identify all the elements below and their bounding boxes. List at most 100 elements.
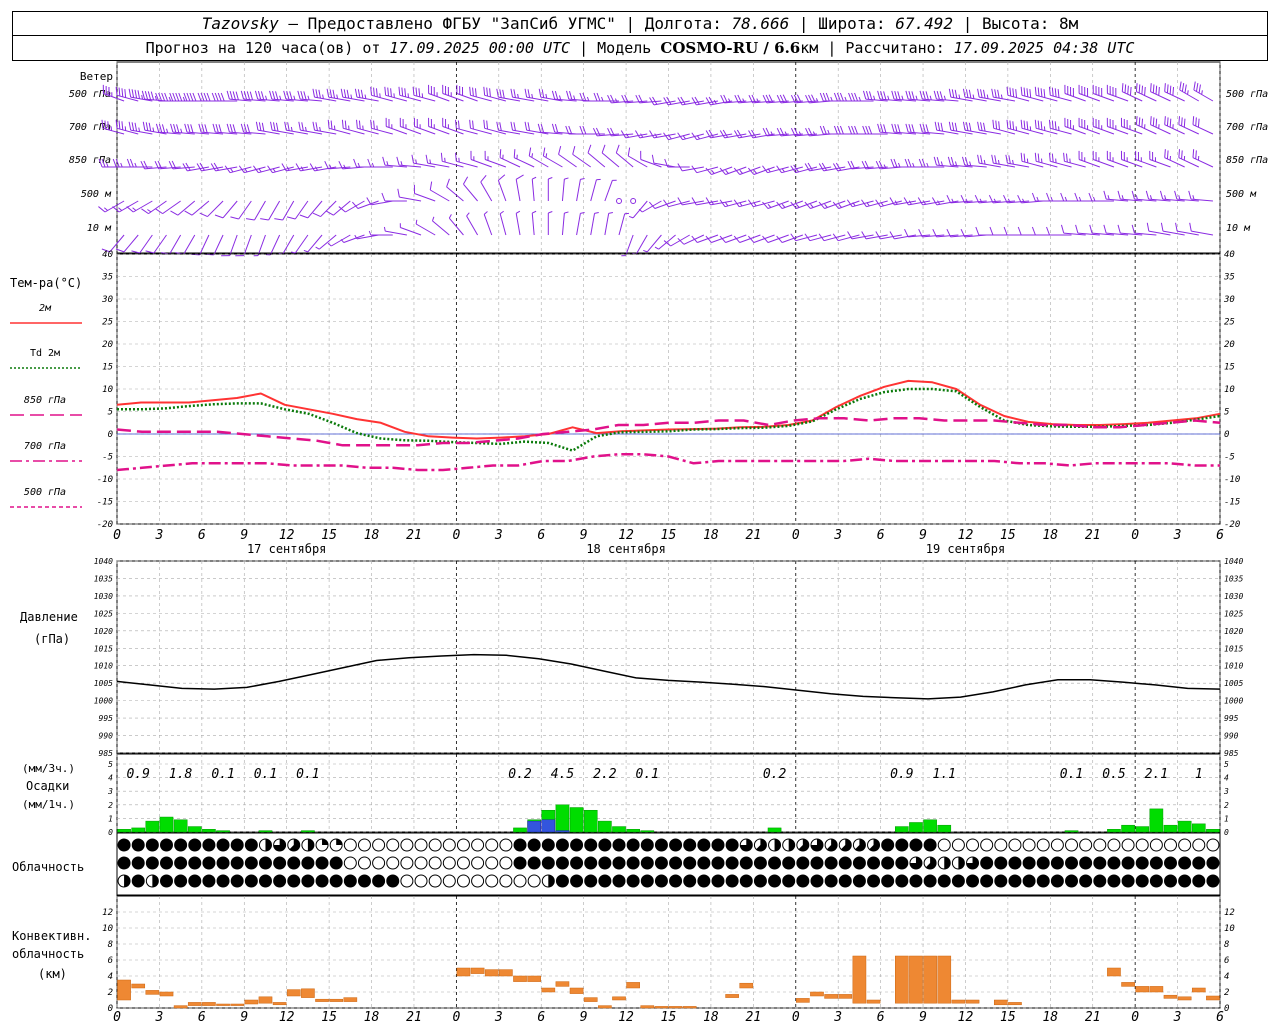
conv-tick-right: 6	[1224, 956, 1229, 966]
wind-barb-flag	[880, 123, 884, 133]
temp-tick-left: -5	[102, 453, 113, 463]
precip-rain-bar	[159, 816, 174, 833]
cloud-cover-symbol-ring	[669, 856, 683, 870]
cloud-cover-symbol-ring	[966, 874, 980, 888]
wind-barb-flag	[1193, 81, 1196, 91]
wind-barb-half-flag	[415, 159, 417, 164]
cloud-cover-symbol	[697, 838, 711, 852]
wind-barb-half-flag	[532, 210, 537, 214]
wind-barb-flag	[865, 125, 870, 135]
wind-barb-flag	[627, 147, 631, 157]
temp-tick-left: 25	[102, 318, 113, 328]
cloud-cover-symbol-ring	[683, 838, 697, 852]
cloud-cover-symbol	[895, 856, 909, 870]
pres-tick-left: 990	[99, 732, 114, 741]
wind-barb-staff	[561, 179, 565, 202]
wind-barb-flag	[1152, 84, 1155, 94]
wind-barb-staff	[572, 153, 592, 168]
cloud-cover-symbol-ring	[683, 856, 697, 870]
wind-barb-flag	[155, 208, 163, 215]
wind-barb	[309, 163, 337, 172]
cloud-cover-symbol	[570, 856, 584, 870]
convective-bar	[923, 955, 937, 1004]
precip-tick-right: 0	[1224, 828, 1229, 837]
cloud-cover-symbol-ring	[513, 874, 527, 888]
wind-barb	[804, 162, 832, 172]
cloud-cover-symbol-ring	[1107, 838, 1121, 852]
conv-tick-left: 12	[102, 908, 113, 918]
precip-rain-bar	[1177, 820, 1192, 833]
cloud-cover-symbol	[258, 856, 272, 870]
wind-barb-staff	[497, 180, 507, 202]
temp-tick-left: 40	[102, 250, 113, 260]
cloud-cover-symbol-ring	[1079, 874, 1093, 888]
wind-barb-flag	[176, 124, 180, 133]
hour-tick-label-bottom: 0	[792, 1010, 800, 1024]
wind-barb	[1048, 152, 1072, 168]
wind-barb-flag	[1040, 121, 1043, 130]
wind-barb	[561, 211, 569, 236]
cloud-cover-symbol	[881, 874, 895, 888]
wind-barb-flag	[933, 90, 937, 100]
cloud-cover-symbol-ring	[1036, 838, 1050, 852]
pres-tick-right: 995	[1224, 714, 1239, 723]
wind-barb	[561, 177, 569, 202]
wind-barb	[1034, 152, 1058, 168]
convective-unit: (км)	[38, 967, 67, 981]
wind-barb	[1020, 119, 1044, 135]
wind-barb-half-flag	[1012, 159, 1014, 165]
temp-tick-left: 10	[102, 385, 113, 395]
cloud-cover-symbol-ring	[202, 856, 216, 870]
wind-barb-flag	[936, 156, 940, 166]
cloud-cover-symbol-ring	[1121, 838, 1135, 852]
precip-rain-bar	[1191, 823, 1206, 833]
cloud-cover-symbol	[697, 874, 711, 888]
cloud-cover-symbol	[1164, 856, 1178, 870]
wind-barb-staff	[466, 215, 479, 236]
cloud-cover-symbol-ring	[357, 856, 371, 870]
wind-barb	[112, 200, 139, 213]
wind-barb-flag	[1172, 86, 1175, 96]
wind-barb	[705, 129, 733, 139]
wind-barb-half-flag	[912, 162, 915, 168]
wind-barb-flag	[440, 152, 443, 162]
wind-barb-flag	[977, 121, 980, 131]
wind-barb-flag	[126, 158, 131, 168]
cloud-cover-symbol-ring	[400, 874, 414, 888]
wind-barb-half-flag	[668, 135, 672, 140]
wind-barb	[145, 234, 167, 254]
wind-barb	[524, 88, 549, 102]
cloud-cover-symbol-fill	[774, 839, 781, 851]
wind-barb-flag	[1131, 190, 1135, 200]
wind-barb	[604, 179, 617, 202]
wind-barb-half-flag	[152, 127, 155, 132]
wind-barb	[590, 178, 601, 202]
wind-barb-flag	[128, 121, 132, 131]
wind-barb-flag	[524, 88, 528, 98]
convective-title2: облачность	[12, 947, 84, 961]
hour-tick-label-bottom: 18	[364, 1010, 380, 1024]
wind-barb-half-flag	[993, 198, 997, 203]
wind-barb-half-flag	[1121, 195, 1124, 200]
wind-barb-flag	[538, 88, 542, 98]
convective-bar	[993, 999, 1008, 1006]
wind-barb-flag	[128, 88, 132, 98]
wind-barb	[992, 119, 1016, 135]
cloud-cover-symbol	[1206, 838, 1220, 852]
wind-barb-flag	[1117, 190, 1121, 200]
wind-barb-flag	[118, 87, 121, 97]
wind-barb-half-flag	[371, 162, 375, 168]
cloud-cover-symbol	[683, 838, 697, 852]
wind-barb-half-flag	[118, 207, 123, 211]
cloud-cover-symbol-ring	[782, 856, 796, 870]
cloud-cover-symbol	[1107, 874, 1121, 888]
wind-barb-flag	[950, 156, 955, 166]
cloud-cover-symbol-ring	[796, 856, 810, 870]
wind-barb-flag	[1150, 116, 1152, 125]
wind-barb	[140, 160, 167, 170]
cloud-cover-symbol	[1079, 874, 1093, 888]
cloud-cover-symbol-ring	[230, 838, 244, 852]
cloud-cover-symbol-ring	[145, 856, 159, 870]
wind-barb-staff	[282, 234, 295, 255]
wind-barb	[904, 158, 931, 168]
